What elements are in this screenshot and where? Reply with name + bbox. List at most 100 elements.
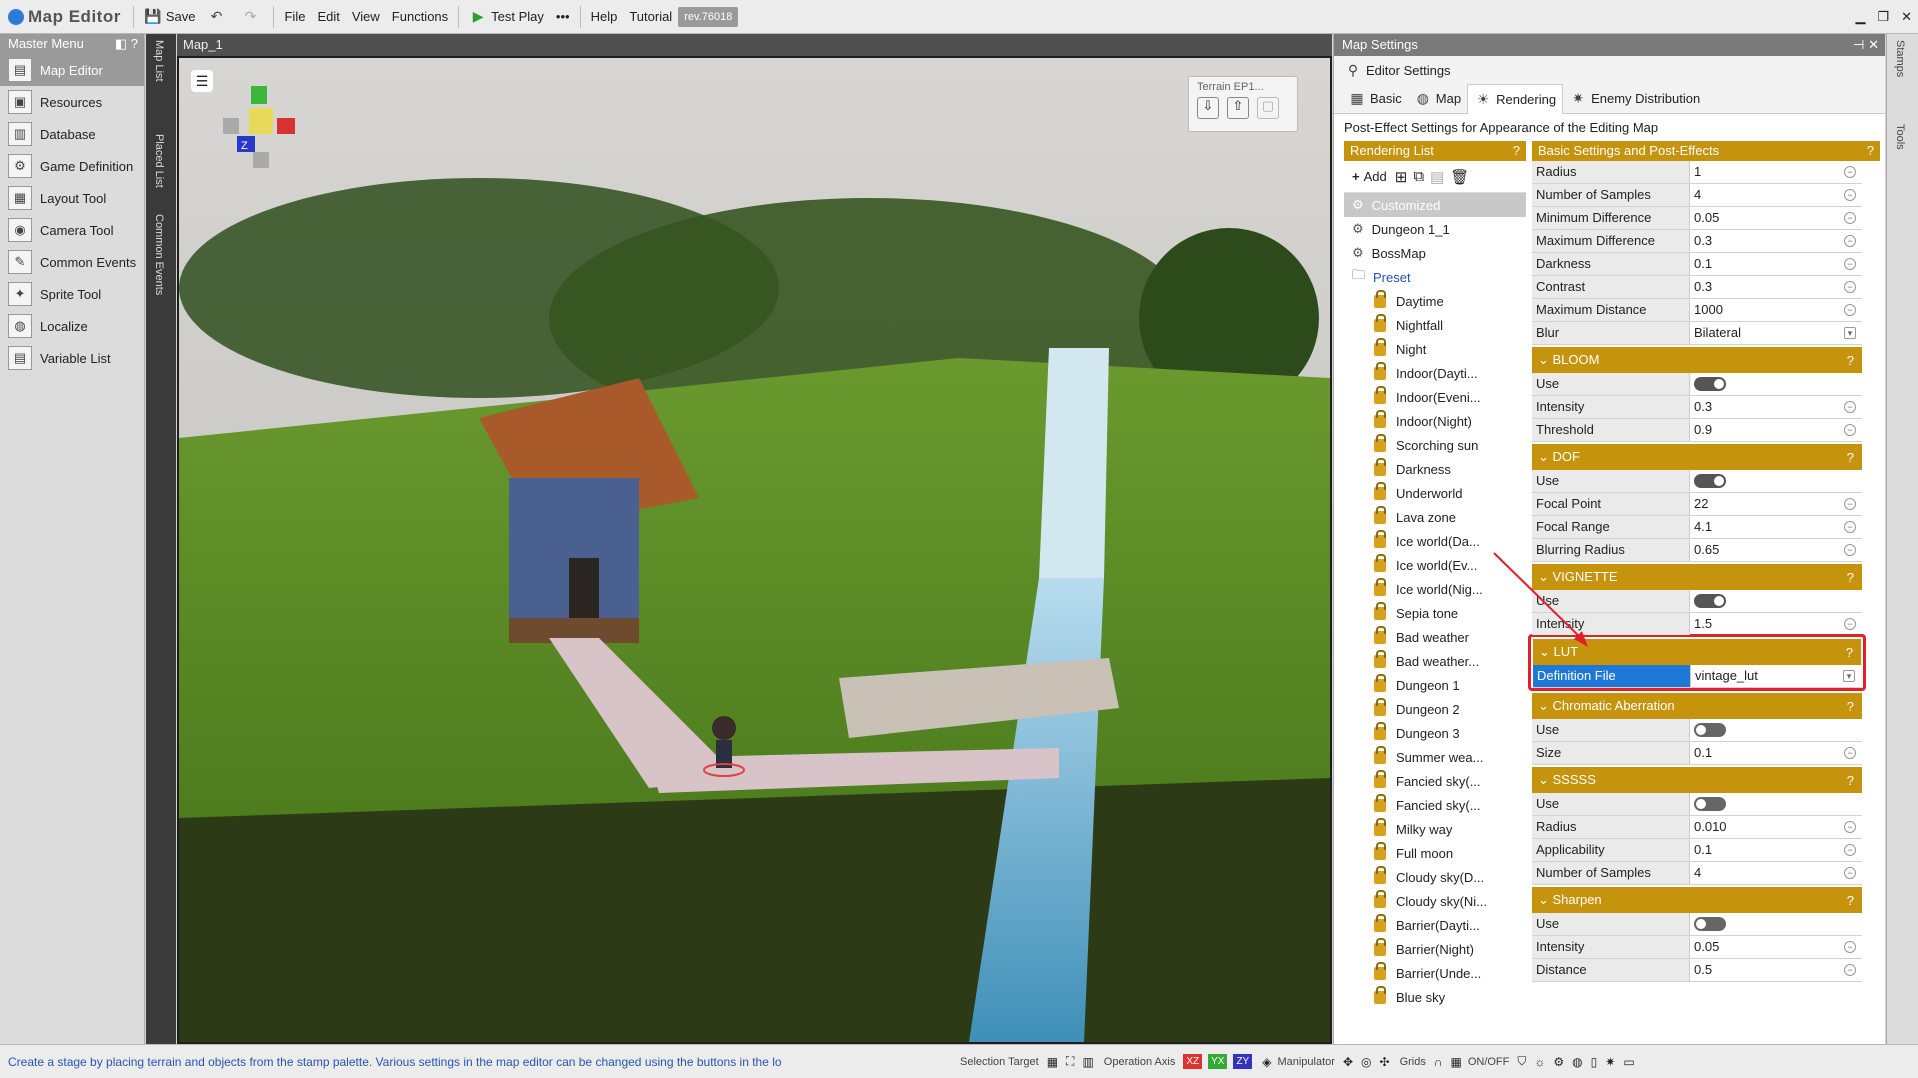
tab-placed-list[interactable]: Placed List [153, 134, 165, 188]
use-toggle[interactable] [1694, 917, 1726, 931]
property-value[interactable] [1690, 373, 1862, 395]
preset-item[interactable]: Full moon [1344, 841, 1526, 865]
preset-item[interactable]: Underworld [1344, 481, 1526, 505]
yx-axis-icon[interactable]: YX [1208, 1054, 1228, 1069]
property-value[interactable] [1690, 470, 1862, 492]
paste-icon[interactable]: ▤ [1430, 168, 1444, 186]
menu-help[interactable]: Help [585, 4, 624, 30]
property-value[interactable]: 0.1 − [1690, 253, 1862, 275]
map-canvas[interactable]: ☰ Z Terrain EP1... ⇩ ⇧ ▢ [179, 58, 1330, 1042]
reset-icon[interactable]: − [1844, 941, 1856, 953]
axis-gizmo[interactable]: Z [209, 78, 309, 178]
reset-icon[interactable]: − [1844, 867, 1856, 879]
reset-icon[interactable]: − [1844, 401, 1856, 413]
preset-item[interactable]: Cloudy sky(D... [1344, 865, 1526, 889]
master-menu-item[interactable]: ◉ Camera Tool [0, 214, 144, 246]
property-value[interactable] [1690, 719, 1862, 741]
redo-button[interactable]: ↷ [235, 4, 269, 30]
preset-folder[interactable]: 🗀 Preset [1344, 265, 1526, 289]
rendering-list-item[interactable]: ⚙ Dungeon 1_1 [1344, 217, 1526, 241]
new-folder-icon[interactable]: ⊞ [1395, 168, 1408, 186]
master-menu-item[interactable]: ⚙ Game Definition [0, 150, 144, 182]
minimize-button[interactable]: ▁ [1849, 4, 1871, 30]
dropdown-icon[interactable]: ▾ [1844, 327, 1856, 339]
help-icon[interactable]: ? [1847, 450, 1854, 465]
globe-icon[interactable]: ◍ [1572, 1055, 1582, 1069]
reset-icon[interactable]: − [1844, 212, 1856, 224]
use-toggle[interactable] [1694, 723, 1726, 737]
reset-icon[interactable]: − [1844, 166, 1856, 178]
column-icon[interactable]: ▯ [1591, 1055, 1598, 1069]
master-menu-item[interactable]: ◍ Localize [0, 310, 144, 342]
grid-magnet-icon[interactable]: ∩ [1434, 1055, 1443, 1069]
master-menu-item[interactable]: ▤ Map Editor [0, 54, 144, 86]
scale-icon[interactable]: ✣ [1380, 1055, 1390, 1069]
preset-item[interactable]: Bad weather... [1344, 649, 1526, 673]
manipulator-icon[interactable]: ◈ [1262, 1055, 1271, 1069]
rendering-list-item[interactable]: ⚙ Customized [1344, 193, 1526, 217]
tab-rendering[interactable]: ☀ Rendering [1467, 83, 1564, 114]
add-button[interactable]: + Add [1350, 164, 1389, 190]
reset-icon[interactable]: − [1844, 544, 1856, 556]
preset-item[interactable]: Lava zone [1344, 505, 1526, 529]
master-menu-item[interactable]: ▣ Resources [0, 86, 144, 118]
reset-icon[interactable]: − [1844, 498, 1856, 510]
preset-item[interactable]: Cloudy sky(Ni... [1344, 889, 1526, 913]
reset-icon[interactable]: − [1844, 424, 1856, 436]
property-value[interactable]: 0.3 − [1690, 396, 1862, 418]
sssss-section-header[interactable]: ⌄ SSSSS? [1532, 767, 1862, 793]
property-value[interactable]: 0.9 − [1690, 419, 1862, 441]
preset-item[interactable]: Ice world(Da... [1344, 529, 1526, 553]
reset-icon[interactable]: − [1844, 189, 1856, 201]
use-toggle[interactable] [1694, 594, 1726, 608]
object-select-icon[interactable]: ⛶ [1066, 1054, 1074, 1069]
help-icon[interactable]: ? [1867, 141, 1874, 161]
master-menu-item[interactable]: ✦ Sprite Tool [0, 278, 144, 310]
property-value[interactable]: 22 − [1690, 493, 1862, 515]
preset-item[interactable]: Fancied sky(... [1344, 769, 1526, 793]
reset-icon[interactable]: − [1844, 304, 1856, 316]
terrain-clear-icon[interactable]: ▢ [1257, 97, 1279, 119]
property-value[interactable] [1690, 590, 1862, 612]
use-toggle[interactable] [1694, 474, 1726, 488]
property-value[interactable]: 0.3 − [1690, 276, 1862, 298]
reset-icon[interactable]: − [1844, 521, 1856, 533]
property-value[interactable]: Bilateral ▾ [1690, 322, 1862, 344]
xz-axis-icon[interactable]: XZ [1183, 1054, 1203, 1069]
preset-item[interactable]: Nightfall [1344, 313, 1526, 337]
reset-icon[interactable]: − [1844, 821, 1856, 833]
menu-functions[interactable]: Functions [386, 4, 454, 30]
property-value[interactable]: 0.3 − [1690, 230, 1862, 252]
property-value[interactable]: 0.010 − [1690, 816, 1862, 838]
menu-view[interactable]: View [346, 4, 386, 30]
preset-item[interactable]: Darkness [1344, 457, 1526, 481]
reset-icon[interactable]: − [1844, 747, 1856, 759]
settings-icon[interactable]: ⚙ [1553, 1055, 1564, 1069]
light-icon[interactable]: ☼ [1534, 1055, 1545, 1069]
preset-item[interactable]: Dungeon 1 [1344, 673, 1526, 697]
property-value[interactable]: 0.1 − [1690, 839, 1862, 861]
preset-item[interactable]: Scorching sun [1344, 433, 1526, 457]
tab-stamps[interactable]: Stamps [1894, 40, 1906, 77]
tab-map-list[interactable]: Map List [153, 40, 165, 82]
preset-item[interactable]: Blue sky [1344, 985, 1526, 1009]
dropdown-icon[interactable]: ▾ [1843, 670, 1855, 682]
sharpen-section-header[interactable]: ⌄ Sharpen? [1532, 887, 1862, 913]
dof-section-header[interactable]: ⌄ DOF? [1532, 444, 1862, 470]
help-icon[interactable]: ? [1846, 645, 1853, 660]
collapse-icon[interactable]: ◧ ? [115, 34, 138, 54]
map-tab[interactable]: Map_1 [177, 34, 1332, 56]
property-value[interactable]: vintage_lut ▾ [1691, 665, 1861, 687]
grid-select-icon[interactable]: ▦ [1047, 1055, 1058, 1069]
preset-item[interactable]: Daytime [1344, 289, 1526, 313]
tab-tools[interactable]: Tools [1894, 124, 1906, 150]
master-menu-item[interactable]: ▤ Variable List [0, 342, 144, 374]
preset-item[interactable]: Indoor(Eveni... [1344, 385, 1526, 409]
enemy-icon[interactable]: ✷ [1605, 1055, 1615, 1069]
property-value[interactable]: 4− [1690, 184, 1862, 206]
reset-icon[interactable]: − [1844, 258, 1856, 270]
property-value[interactable] [1690, 913, 1862, 935]
rotate-icon[interactable]: ◎ [1361, 1055, 1371, 1069]
shield-icon[interactable]: ⛉ [1517, 1054, 1526, 1069]
property-value[interactable]: 0.05 − [1690, 207, 1862, 229]
